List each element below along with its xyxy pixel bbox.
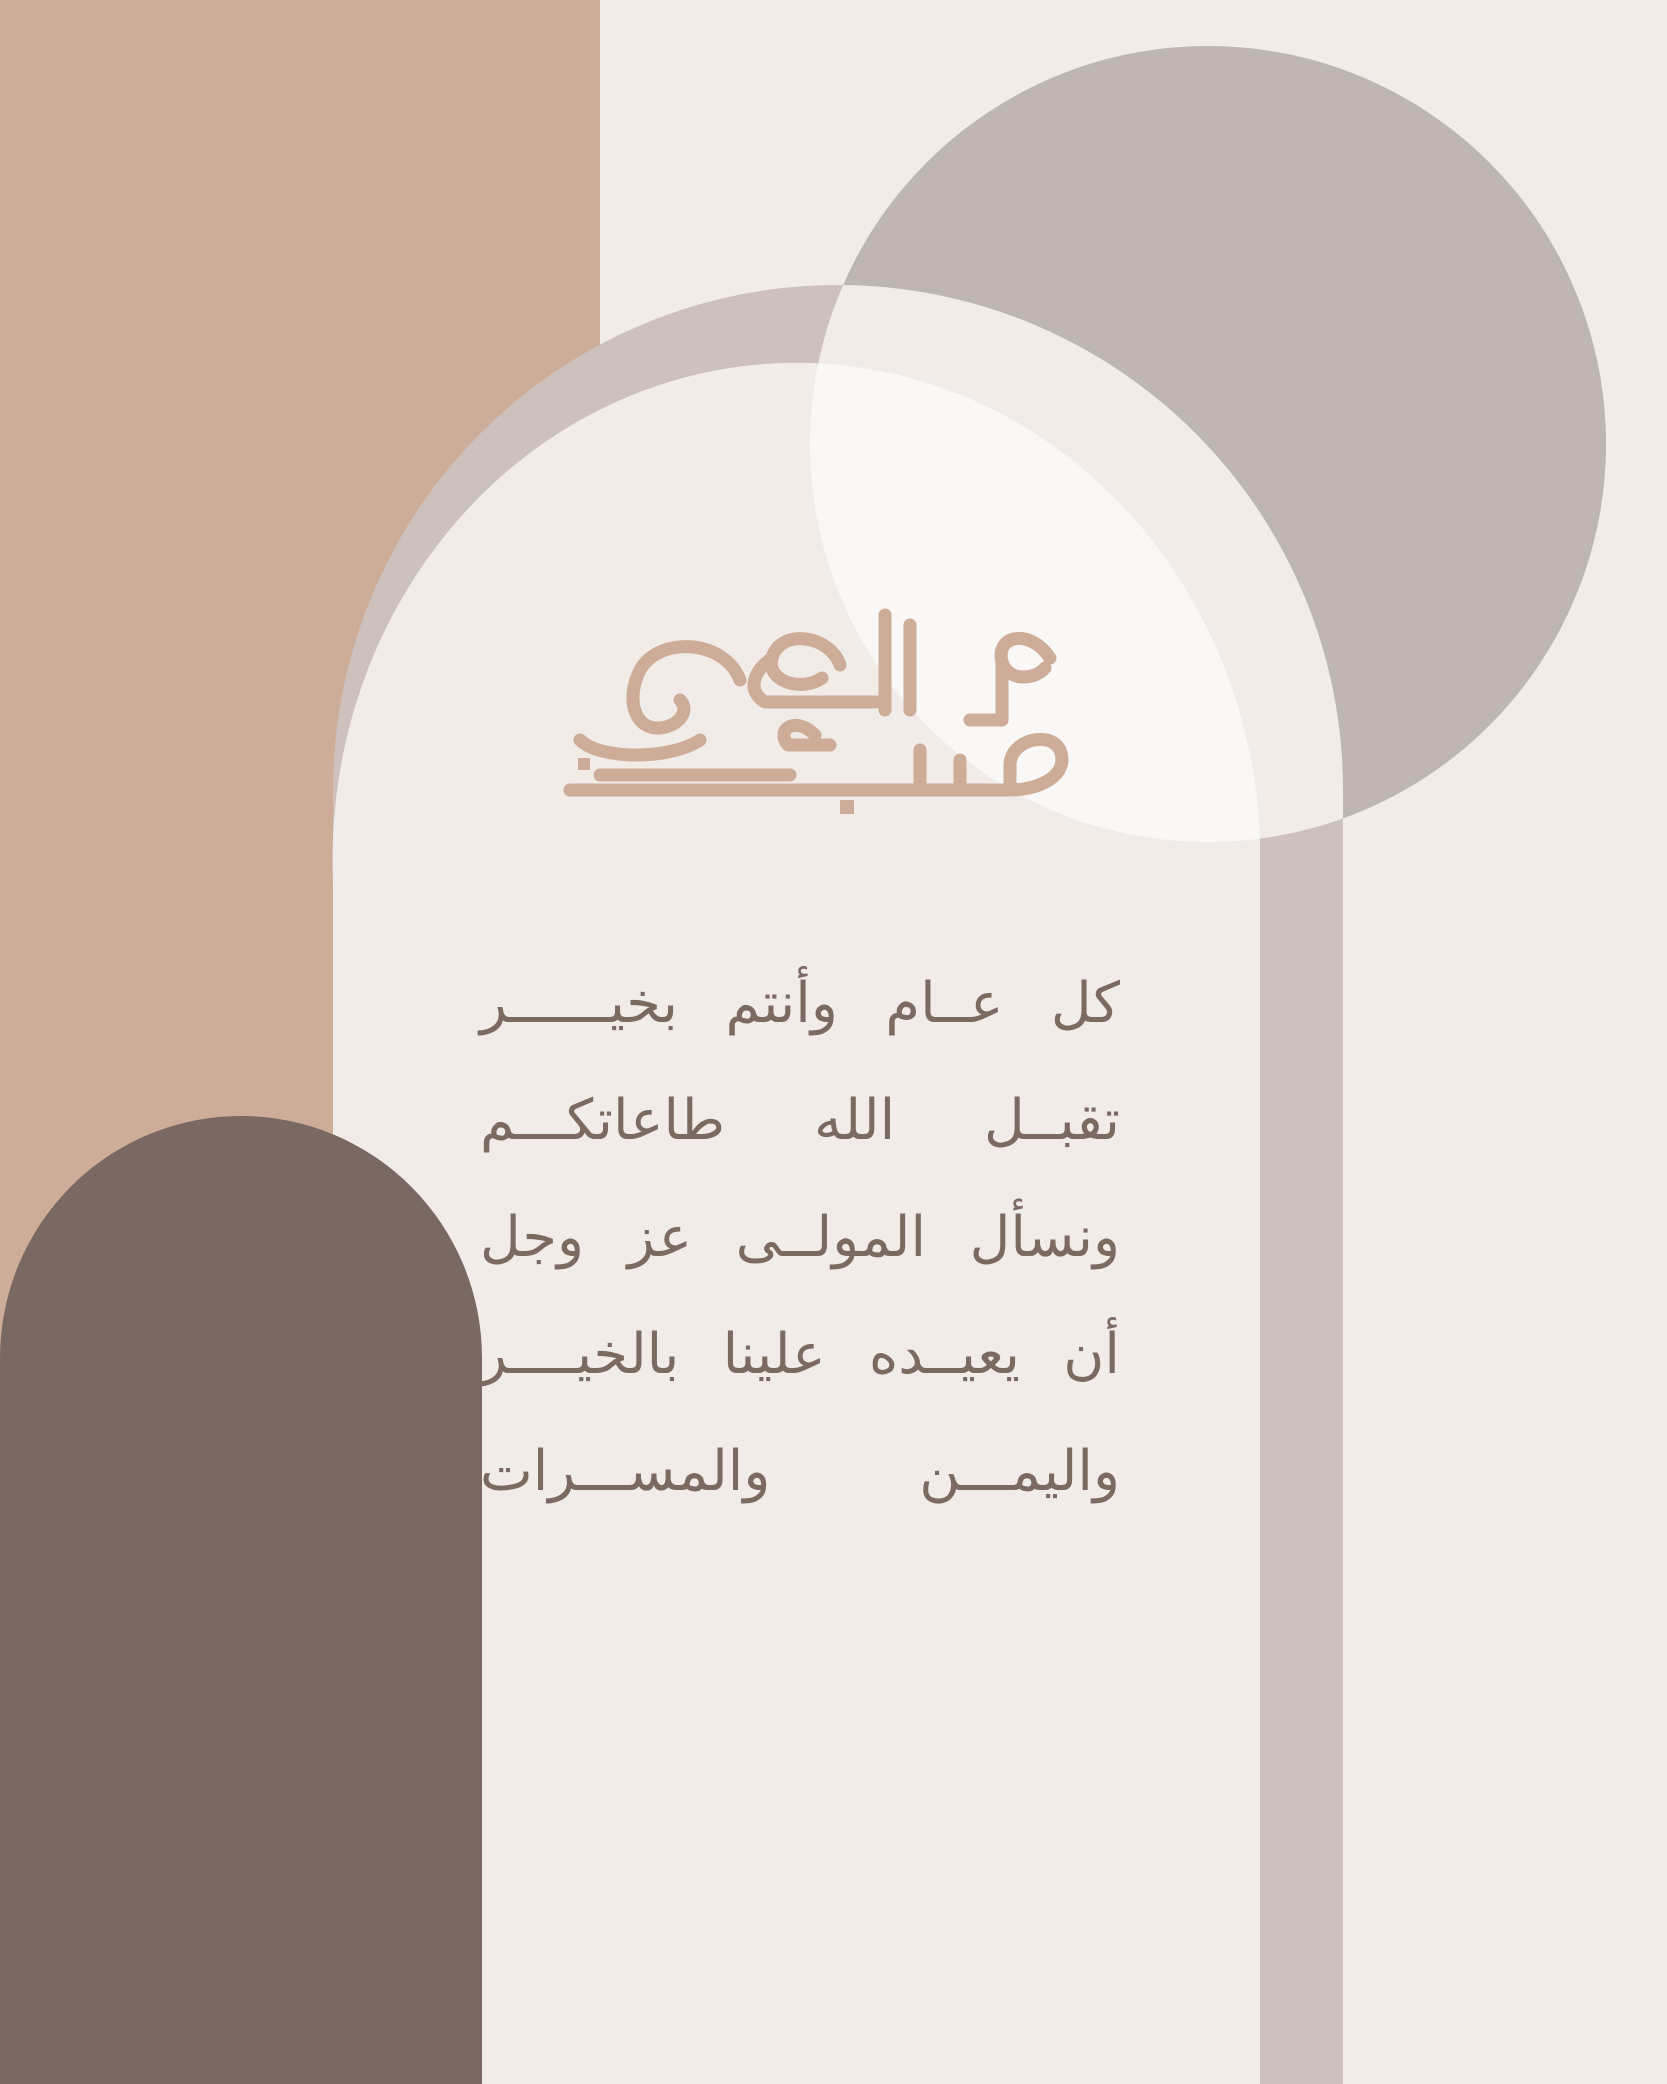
greeting-line-2: تقبــل الله طاعاتكـــم	[480, 1088, 1120, 1153]
eid-mubarak-calligraphy-logo	[563, 608, 1069, 814]
greeting-line-3: ونسأل المولــى عز وجل	[480, 1205, 1120, 1270]
greeting-text: كل عــام وأنتم بخيــــــر تقبــل الله طا…	[480, 945, 1120, 1530]
greeting-line-1: كل عــام وأنتم بخيــــــر	[480, 971, 1120, 1036]
eid-greeting-card: كل عــام وأنتم بخيــــــر تقبــل الله طا…	[0, 0, 1667, 2084]
bottom-left-dark-arch	[0, 1116, 482, 2084]
greeting-line-4: أن يعيــده علينا بالخيــــر	[480, 1322, 1120, 1387]
greeting-line-5: واليمـــن والمســـرات	[480, 1439, 1120, 1504]
